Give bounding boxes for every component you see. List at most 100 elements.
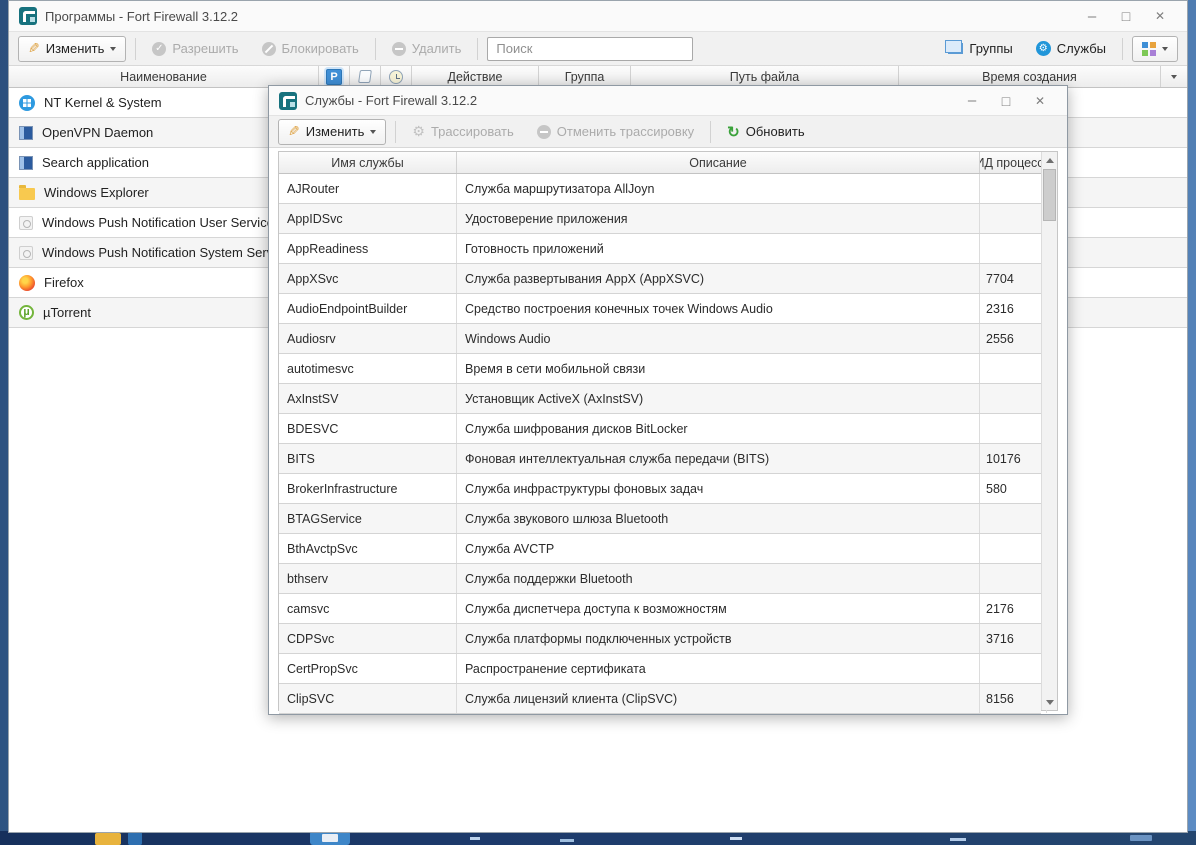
dialog-titlebar[interactable]: Службы - Fort Firewall 3.12.2 bbox=[269, 86, 1067, 116]
minimize-icon[interactable] bbox=[1075, 4, 1109, 28]
groups-button-label: Группы bbox=[969, 41, 1013, 56]
groups-windows-icon bbox=[945, 40, 964, 54]
service-pid-cell: 2556 bbox=[980, 324, 1047, 353]
block-slash-icon bbox=[261, 41, 276, 56]
column-header-pid[interactable]: ИД процесса bbox=[980, 152, 1047, 173]
column-header-group[interactable]: Группа bbox=[539, 66, 631, 87]
service-row[interactable]: CertPropSvc Распространение сертификата bbox=[279, 654, 1047, 684]
program-name-label: Windows Push Notification User Service bbox=[42, 215, 274, 230]
trace-button[interactable]: Трассировать bbox=[405, 119, 520, 145]
pencil-icon bbox=[28, 40, 40, 57]
program-name-label: Windows Explorer bbox=[44, 185, 149, 200]
program-icon bbox=[19, 155, 33, 170]
service-name-cell: bthserv bbox=[279, 564, 457, 593]
scroll-up-icon[interactable] bbox=[1042, 152, 1058, 168]
cancel-trace-button[interactable]: Отменить трассировку bbox=[530, 119, 701, 145]
program-icon bbox=[19, 245, 33, 260]
services-dialog: Службы - Fort Firewall 3.12.2 Изменить Т… bbox=[268, 85, 1068, 715]
service-name-cell: AxInstSV bbox=[279, 384, 457, 413]
service-description-cell: Время в сети мобильной связи bbox=[457, 354, 980, 383]
service-row[interactable]: AppIDSvc Удостоверение приложения bbox=[279, 204, 1047, 234]
column-header-path[interactable]: Путь файла bbox=[631, 66, 899, 87]
close-icon[interactable] bbox=[1023, 89, 1057, 113]
service-pid-cell: 2176 bbox=[980, 594, 1047, 623]
edit-button-label: Изменить bbox=[45, 41, 105, 56]
scrollbar-thumb[interactable] bbox=[1043, 169, 1056, 221]
service-description-cell: Готовность приложений bbox=[457, 234, 980, 263]
services-button[interactable]: Службы bbox=[1029, 36, 1113, 62]
column-header-name[interactable]: Наименование bbox=[9, 66, 319, 87]
remove-button[interactable]: Удалить bbox=[385, 36, 469, 62]
service-description-cell: Windows Audio bbox=[457, 324, 980, 353]
service-row[interactable]: BTAGService Служба звукового шлюза Bluet… bbox=[279, 504, 1047, 534]
block-button[interactable]: Блокировать bbox=[255, 36, 366, 62]
toolbar-separator bbox=[395, 120, 397, 143]
triangle-down-icon bbox=[1046, 699, 1054, 705]
column-menu-button[interactable] bbox=[1161, 66, 1187, 87]
column-header-parental[interactable]: P bbox=[319, 66, 350, 87]
service-name-cell: autotimesvc bbox=[279, 354, 457, 383]
service-pid-cell bbox=[980, 654, 1047, 683]
wallpaper-shape bbox=[560, 839, 574, 842]
service-name-cell: CDPSvc bbox=[279, 624, 457, 653]
service-row[interactable]: bthserv Служба поддержки Bluetooth bbox=[279, 564, 1047, 594]
service-row[interactable]: Audiosrv Windows Audio 2556 bbox=[279, 324, 1047, 354]
block-button-label: Блокировать bbox=[281, 41, 359, 56]
service-pid-cell: 3716 bbox=[980, 624, 1047, 653]
service-name-cell: BTAGService bbox=[279, 504, 457, 533]
program-icon bbox=[19, 274, 35, 291]
column-header-action[interactable]: Действие bbox=[412, 66, 539, 87]
service-row[interactable]: AppReadiness Готовность приложений bbox=[279, 234, 1047, 264]
program-name-label: Search application bbox=[42, 155, 149, 170]
allow-check-icon bbox=[152, 41, 167, 56]
program-name-label: NT Kernel & System bbox=[44, 95, 162, 110]
column-header-schedule[interactable] bbox=[381, 66, 412, 87]
dialog-edit-button[interactable]: Изменить bbox=[278, 118, 387, 145]
service-row[interactable]: AxInstSV Установщик ActiveX (AxInstSV) bbox=[279, 384, 1047, 414]
color-grid-icon bbox=[1142, 41, 1156, 56]
refresh-button[interactable]: Обновить bbox=[720, 119, 811, 145]
service-row[interactable]: BthAvctpSvc Служба AVCTP bbox=[279, 534, 1047, 564]
column-header-log[interactable] bbox=[350, 66, 381, 87]
groups-button[interactable]: Группы bbox=[941, 36, 1019, 62]
main-titlebar[interactable]: Программы - Fort Firewall 3.12.2 bbox=[9, 1, 1187, 32]
scroll-down-icon[interactable] bbox=[1042, 694, 1058, 710]
desktop-wallpaper bbox=[0, 831, 1196, 845]
edit-button[interactable]: Изменить bbox=[18, 35, 127, 62]
service-pid-cell bbox=[980, 204, 1047, 233]
search-input[interactable] bbox=[487, 36, 694, 61]
maximize-icon[interactable] bbox=[989, 89, 1023, 113]
remove-button-label: Удалить bbox=[411, 41, 462, 56]
log-scroll-icon bbox=[358, 70, 372, 83]
service-description-cell: Служба звукового шлюза Bluetooth bbox=[457, 504, 980, 533]
service-row[interactable]: BrokerInfrastructure Служба инфраструкту… bbox=[279, 474, 1047, 504]
service-row[interactable]: CDPSvc Служба платформы подключенных уст… bbox=[279, 624, 1047, 654]
service-row[interactable]: AJRouter Служба маршрутизатора AllJoyn bbox=[279, 174, 1047, 204]
chevron-down-icon bbox=[110, 46, 117, 51]
service-description-cell: Средство построения конечных точек Windo… bbox=[457, 294, 980, 323]
column-header-description[interactable]: Описание bbox=[457, 152, 980, 173]
service-row[interactable]: AudioEndpointBuilder Средство построения… bbox=[279, 294, 1047, 324]
service-row[interactable]: autotimesvc Время в сети мобильной связи bbox=[279, 354, 1047, 384]
allow-button[interactable]: Разрешить bbox=[145, 36, 245, 62]
main-window-title: Программы - Fort Firewall 3.12.2 bbox=[45, 8, 239, 24]
service-row[interactable]: ClipSVC Служба лицензий клиента (ClipSVC… bbox=[279, 684, 1047, 714]
service-description-cell: Служба маршрутизатора AllJoyn bbox=[457, 174, 980, 203]
service-row[interactable]: BDESVC Служба шифрования дисков BitLocke… bbox=[279, 414, 1047, 444]
column-header-created[interactable]: Время создания bbox=[899, 66, 1161, 87]
dialog-title: Службы - Fort Firewall 3.12.2 bbox=[305, 93, 478, 108]
trace-button-label: Трассировать bbox=[430, 124, 514, 139]
service-row[interactable]: AppXSvc Служба развертывания AppX (AppXS… bbox=[279, 264, 1047, 294]
close-icon[interactable] bbox=[1143, 4, 1177, 28]
service-row[interactable]: BITS Фоновая интеллектуальная служба пер… bbox=[279, 444, 1047, 474]
service-pid-cell bbox=[980, 384, 1047, 413]
maximize-icon[interactable] bbox=[1109, 4, 1143, 28]
service-row[interactable]: camsvc Служба диспетчера доступа к возмо… bbox=[279, 594, 1047, 624]
view-options-button[interactable] bbox=[1132, 35, 1178, 62]
minimize-icon[interactable] bbox=[955, 89, 989, 113]
column-header-service-name[interactable]: Имя службы bbox=[279, 152, 457, 173]
service-pid-cell: 8156 bbox=[980, 684, 1047, 713]
service-name-cell: AppXSvc bbox=[279, 264, 457, 293]
triangle-up-icon bbox=[1046, 157, 1054, 163]
vertical-scrollbar[interactable] bbox=[1041, 152, 1057, 710]
